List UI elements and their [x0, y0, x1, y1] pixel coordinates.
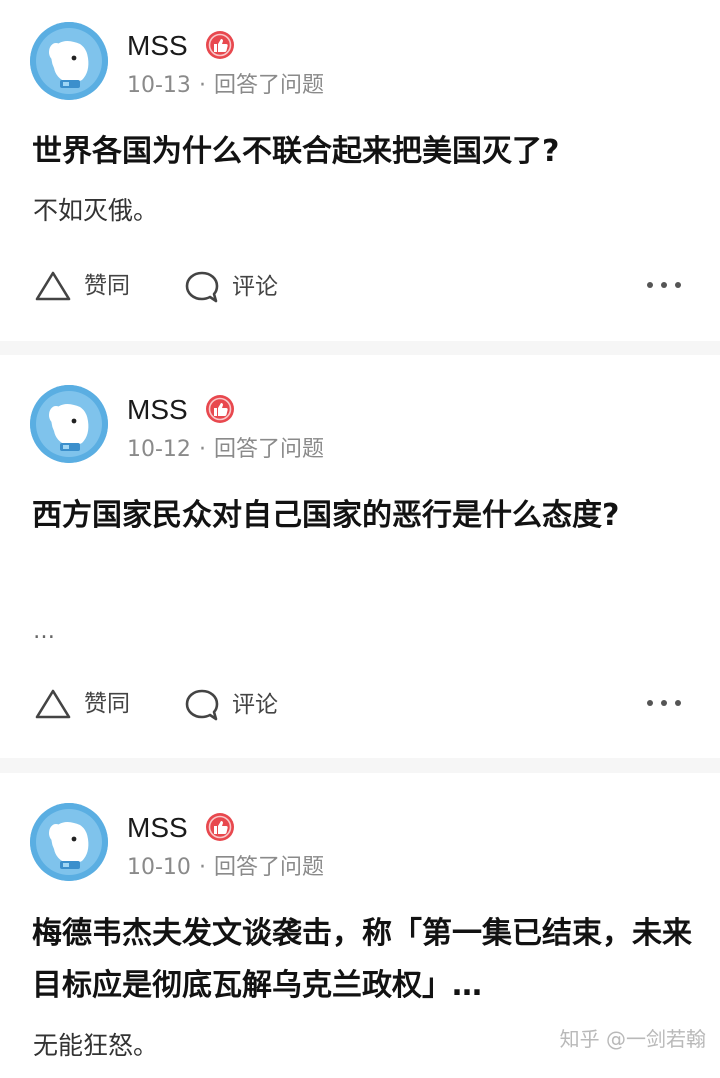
answer-excerpt[interactable]: 无能狂怒。 — [33, 1031, 158, 1061]
question-title[interactable]: 西方国家民众对自己国家的恶行是什么态度? — [32, 490, 657, 542]
activity-text: 回答了问题 — [213, 73, 324, 98]
author-name[interactable]: MSS — [127, 394, 188, 426]
author-name[interactable]: MSS — [127, 30, 188, 62]
comment-button[interactable]: 评论 — [184, 688, 278, 722]
speech-bubble-icon — [184, 270, 220, 304]
speech-bubble-icon — [184, 688, 220, 722]
like-button[interactable]: 赞同 — [34, 270, 130, 302]
comment-label: 评论 — [232, 274, 278, 300]
question-title[interactable]: 世界各国为什么不联合起来把美国灭了? — [32, 126, 682, 178]
post-meta: 10-10 · 回答了问题 — [127, 854, 324, 882]
question-title[interactable]: 梅德韦杰夫发文谈袭击，称「第一集已结束，未来目标应是彻底瓦解乌克兰政权」… — [32, 908, 692, 1012]
avatar[interactable] — [30, 22, 108, 100]
like-label: 赞同 — [84, 691, 130, 717]
separator-dot: · — [198, 437, 206, 462]
avatar[interactable] — [30, 803, 108, 881]
comment-button[interactable]: 评论 — [184, 270, 278, 304]
post-meta: 10-13 · 回答了问题 — [127, 72, 324, 100]
like-label: 赞同 — [84, 273, 130, 299]
triangle-outline-icon — [34, 270, 72, 302]
answer-excerpt[interactable]: … — [33, 617, 55, 647]
feed-card[interactable]: MSS 10-13 · 回答了问题 世界各国为什么不联合起来把美国灭了? 不如灭俄。… — [0, 0, 720, 341]
separator-dot: · — [198, 73, 206, 98]
comment-label: 评论 — [232, 692, 278, 718]
activity-text: 回答了问题 — [213, 437, 324, 462]
watermark: 知乎 @一剑若翰 — [559, 1027, 706, 1051]
answer-excerpt[interactable]: 不如灭俄。 — [33, 196, 158, 226]
post-date: 10-12 — [127, 437, 191, 462]
feed-card[interactable]: MSS 10-12 · 回答了问题 西方国家民众对自己国家的恶行是什么态度? … 赞… — [0, 355, 720, 758]
triangle-outline-icon — [34, 688, 72, 720]
activity-text: 回答了问题 — [213, 855, 324, 880]
thumbs-up-badge-icon — [205, 30, 235, 60]
ellipsis-icon[interactable] — [643, 270, 685, 300]
thumbs-up-badge-icon — [205, 394, 235, 424]
post-meta: 10-12 · 回答了问题 — [127, 436, 324, 464]
avatar[interactable] — [30, 385, 108, 463]
like-button[interactable]: 赞同 — [34, 688, 130, 720]
thumbs-up-badge-icon — [205, 812, 235, 842]
author-name[interactable]: MSS — [127, 812, 188, 844]
ellipsis-icon[interactable] — [643, 688, 685, 718]
post-date: 10-10 — [127, 855, 191, 880]
separator-dot: · — [198, 855, 206, 880]
post-date: 10-13 — [127, 73, 191, 98]
